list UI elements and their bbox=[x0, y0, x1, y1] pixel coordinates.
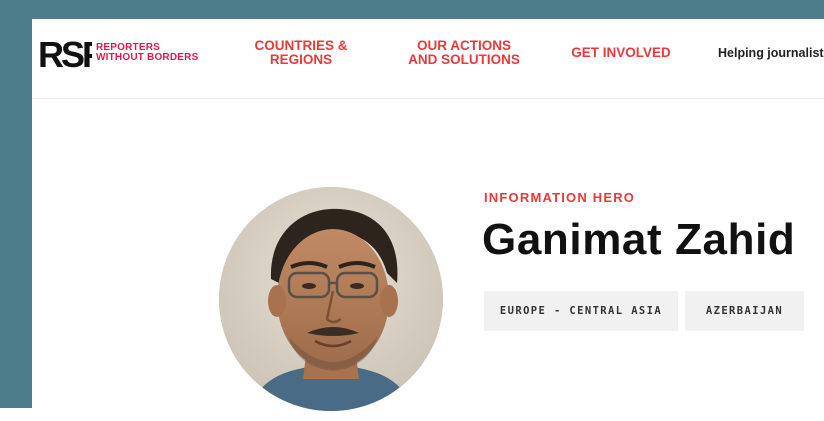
nav-get-involved[interactable]: GET INVOLVED bbox=[566, 46, 676, 60]
logo-mark-text: RSF bbox=[38, 34, 92, 73]
profile-category: INFORMATION HERO bbox=[484, 190, 636, 205]
background-frame-left bbox=[0, 0, 32, 421]
rsf-logo[interactable]: RSF REPORTERS WITHOUT BORDERS bbox=[38, 33, 198, 73]
profile-photo bbox=[219, 187, 443, 411]
logo-line-2: WITHOUT BORDERS bbox=[96, 52, 199, 63]
nav-helping-journalists[interactable]: Helping journalists bbox=[718, 46, 824, 60]
profile-name: Ganimat Zahid bbox=[482, 215, 796, 264]
nav-actions-line2: AND SOLUTIONS bbox=[408, 52, 520, 67]
portrait-photo-icon bbox=[219, 187, 443, 411]
site-header: RSF REPORTERS WITHOUT BORDERS COUNTRIES … bbox=[32, 19, 824, 99]
background-frame-top bbox=[0, 0, 824, 19]
nav-countries-line2: REGIONS bbox=[269, 52, 333, 67]
tag-region[interactable]: EUROPE - CENTRAL ASIA bbox=[484, 291, 678, 331]
nav-actions-line1: OUR ACTIONS bbox=[417, 38, 511, 53]
background-frame-corner bbox=[0, 408, 32, 421]
nav-our-actions[interactable]: OUR ACTIONS AND SOLUTIONS bbox=[404, 39, 524, 67]
nav-countries-line1: COUNTRIES & bbox=[254, 38, 348, 53]
tag-country[interactable]: AZERBAIJAN bbox=[685, 291, 804, 331]
rsf-logo-mark: RSF bbox=[38, 34, 92, 73]
logo-wordmark: REPORTERS WITHOUT BORDERS bbox=[96, 43, 198, 63]
webpage: RSF REPORTERS WITHOUT BORDERS COUNTRIES … bbox=[32, 19, 824, 421]
nav-countries-regions[interactable]: COUNTRIES & REGIONS bbox=[246, 39, 356, 67]
